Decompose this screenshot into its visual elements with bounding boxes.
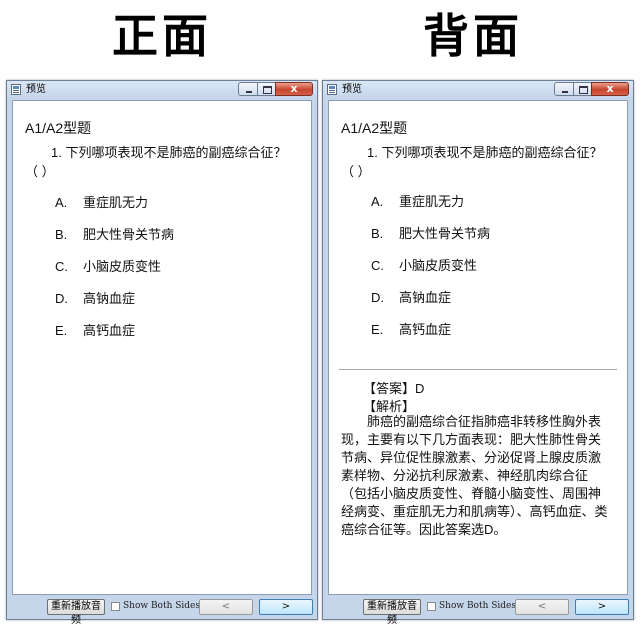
option-text: 肥大性骨关节病 xyxy=(83,227,175,242)
option-letter: A. xyxy=(371,194,384,209)
option-text: 重症肌无力 xyxy=(399,194,465,209)
replay-audio-button[interactable]: 重新播放音频 xyxy=(47,599,105,626)
window-controls: x xyxy=(238,82,313,97)
replay-audio-button[interactable]: 重新播放音频 xyxy=(363,599,421,626)
titlebar[interactable]: 预览 x xyxy=(323,81,633,99)
window-title: 预览 xyxy=(26,84,46,95)
prev-button[interactable]: < xyxy=(515,599,569,615)
next-button[interactable]: > xyxy=(575,599,629,615)
front-preview-window: 预览 x A1/A2型题 1. 下列哪项表现不是肺癌的副癌综合征？（ ） A. 重… xyxy=(6,80,318,626)
minimize-button[interactable] xyxy=(554,82,574,96)
window-controls: x xyxy=(554,82,629,97)
question-text: 1. 下列哪项表现不是肺癌的副癌综合征？（ ） xyxy=(25,145,287,179)
back-heading: 背面 xyxy=(423,9,523,63)
window-title: 预览 xyxy=(342,84,362,95)
option-letter: E. xyxy=(371,322,384,337)
option-text: 高钙血症 xyxy=(399,322,452,337)
option-text: 重症肌无力 xyxy=(83,195,149,210)
prev-button[interactable]: < xyxy=(199,599,253,615)
back-preview-window: 预览 x A1/A2型题 1. 下列哪项表现不是肺癌的副癌综合征？（ ） A. 重… xyxy=(322,80,634,626)
card-content: A1/A2型题 1. 下列哪项表现不是肺癌的副癌综合征？（ ） A. 重症肌无力 … xyxy=(328,100,628,595)
card-content: A1/A2型题 1. 下列哪项表现不是肺癌的副癌综合征？（ ） A. 重症肌无力 … xyxy=(12,100,312,595)
option-letter: C. xyxy=(55,259,68,274)
answer-divider xyxy=(339,369,617,370)
option-text: 小脑皮质变性 xyxy=(399,258,478,273)
option-a: A. 重症肌无力 xyxy=(371,191,464,210)
option-letter: E. xyxy=(55,323,68,338)
bottom-bar: 重新播放音频 Show Both Sides < > xyxy=(7,597,317,626)
option-letter: B. xyxy=(371,226,384,241)
option-text: 小脑皮质变性 xyxy=(83,259,162,274)
app-icon xyxy=(327,84,337,95)
option-e: E. 高钙血症 xyxy=(55,320,135,339)
option-b: B. 肥大性骨关节病 xyxy=(371,223,490,242)
close-icon: x xyxy=(290,82,298,95)
option-letter: D. xyxy=(371,290,384,305)
option-letter: C. xyxy=(371,258,384,273)
maximize-button[interactable] xyxy=(573,82,592,96)
option-letter: B. xyxy=(55,227,68,242)
app-icon xyxy=(11,84,21,95)
close-icon: x xyxy=(606,82,614,95)
close-button[interactable]: x xyxy=(275,82,313,96)
show-both-sides-checkbox[interactable] xyxy=(427,602,436,611)
option-text: 高钠血症 xyxy=(83,291,136,306)
option-c: C. 小脑皮质变性 xyxy=(55,256,161,275)
option-d: D. 高钠血症 xyxy=(55,288,135,307)
show-both-sides-label[interactable]: Show Both Sides xyxy=(123,600,200,612)
question-type: A1/A2型题 xyxy=(341,120,408,136)
bottom-bar: 重新播放音频 Show Both Sides < > xyxy=(323,597,633,626)
option-d: D. 高钠血症 xyxy=(371,287,451,306)
titlebar[interactable]: 预览 x xyxy=(7,81,317,99)
show-both-sides-checkbox[interactable] xyxy=(111,602,120,611)
option-e: E. 高钙血症 xyxy=(371,319,451,338)
option-letter: A. xyxy=(55,195,68,210)
front-heading: 正面 xyxy=(112,9,212,63)
answer-line: 【答案】D xyxy=(363,381,425,396)
option-a: A. 重症肌无力 xyxy=(55,192,148,211)
question-text: 1. 下列哪项表现不是肺癌的副癌综合征？（ ） xyxy=(341,145,603,179)
minimize-button[interactable] xyxy=(238,82,258,96)
option-letter: D. xyxy=(55,291,68,306)
option-text: 肥大性骨关节病 xyxy=(399,226,491,241)
next-button[interactable]: > xyxy=(259,599,313,615)
option-text: 高钠血症 xyxy=(399,290,452,305)
question-type: A1/A2型题 xyxy=(25,120,92,136)
option-b: B. 肥大性骨关节病 xyxy=(55,224,174,243)
option-c: C. 小脑皮质变性 xyxy=(371,255,477,274)
analysis-text: 肺癌的副癌综合征指肺癌非转移性胸外表现，主要有以下几方面表现：肥大性肺性骨关节病… xyxy=(341,414,608,537)
option-text: 高钙血症 xyxy=(83,323,136,338)
show-both-sides-label[interactable]: Show Both Sides xyxy=(439,600,516,612)
close-button[interactable]: x xyxy=(591,82,629,96)
maximize-button[interactable] xyxy=(257,82,276,96)
